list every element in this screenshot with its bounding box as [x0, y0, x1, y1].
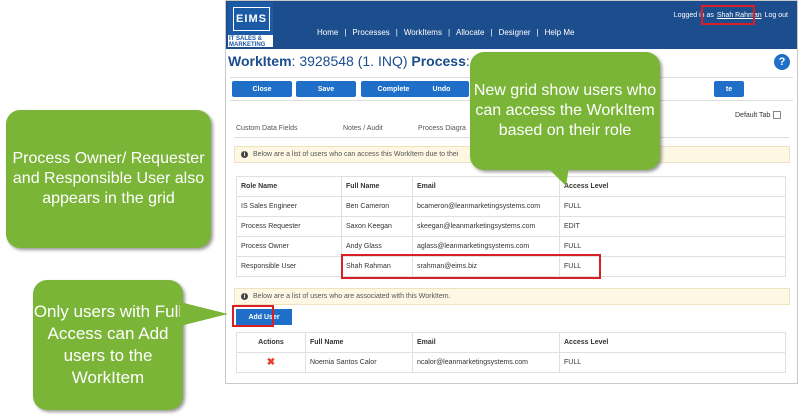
main-nav: Home | Processes | WorkItems | Allocate | De…: [311, 28, 580, 37]
title-label: WorkItem: [228, 53, 292, 69]
process-label: Process: [411, 53, 466, 69]
delete-icon[interactable]: ✖: [241, 357, 301, 368]
nav-help[interactable]: Help Me: [539, 28, 581, 37]
role-cell: IS Sales Engineer: [236, 196, 342, 217]
page-title: WorkItem: 3928548 (1. INQ) Process: 2: [228, 53, 481, 69]
access-table-header: Role Name Full Name Email Access Level: [236, 176, 786, 197]
email-cell: skeegan@leanmarketingsystems.com: [412, 216, 560, 237]
title-value: : 3928548 (1. INQ): [291, 53, 408, 69]
associated-notice: i Below are a list of users who are asso…: [234, 288, 790, 305]
save-button[interactable]: Save: [296, 81, 356, 97]
nav-designer[interactable]: Designer: [493, 28, 537, 37]
role-cell: Process Requester: [236, 216, 342, 237]
table-row: ✖ Noemia Santos Calor ncalor@leanmarketi…: [236, 352, 786, 373]
nav-workitems[interactable]: WorkItems: [398, 28, 448, 37]
name-cell: Saxon Keegan: [341, 216, 413, 237]
default-tab-checkbox[interactable]: [773, 111, 782, 119]
email-cell: bcameron@leanmarketingsystems.com: [412, 196, 560, 217]
associated-table-header: Actions Full Name Email Access Level: [236, 332, 786, 353]
info-icon: i: [241, 151, 248, 158]
col-access-level: Access Level: [559, 176, 786, 197]
col-full-name: Full Name: [305, 332, 413, 353]
tab-custom-data-fields[interactable]: Custom Data Fields: [236, 125, 297, 132]
default-tab-label: Default Tab: [735, 111, 771, 119]
col-full-name: Full Name: [341, 176, 413, 197]
name-cell: Noemia Santos Calor: [305, 352, 413, 373]
table-row: Process Requester Saxon Keegan skeegan@l…: [236, 216, 786, 237]
nav-allocate[interactable]: Allocate: [450, 28, 490, 37]
logo-brand: EIMS: [233, 7, 270, 31]
nav-processes[interactable]: Processes: [346, 28, 395, 37]
callout-full-access: Only users with Full Access can Add user…: [33, 280, 183, 410]
col-actions: Actions: [236, 332, 306, 353]
responsible-row-highlight: [341, 254, 601, 279]
table-row: IS Sales Engineer Ben Cameron bcameron@l…: [236, 196, 786, 217]
eims-logo[interactable]: EIMS IT SALES & MARKETING: [228, 2, 273, 48]
nav-home[interactable]: Home: [311, 28, 344, 37]
logout-link[interactable]: Log out: [765, 12, 788, 19]
tab-process-diagram[interactable]: Process Diagra: [418, 125, 466, 132]
email-cell: ncalor@leanmarketingsystems.com: [412, 352, 560, 373]
role-cell: Responsible User: [236, 256, 342, 277]
col-access-level: Access Level: [559, 332, 786, 353]
add-user-highlight: [232, 305, 274, 327]
callout-pointer: [540, 160, 570, 186]
callout-owner: Process Owner/ Requester and Responsible…: [6, 110, 211, 248]
level-cell: EDIT: [559, 216, 786, 237]
access-notice-text: Below are a list of users who can access…: [253, 151, 459, 158]
col-email: Email: [412, 332, 560, 353]
callout-full-access-text: Only users with Full Access can Add user…: [33, 302, 183, 387]
callout-new-grid-text: New grid show users who can access the W…: [473, 82, 657, 139]
level-cell: FULL: [559, 196, 786, 217]
default-tab-option[interactable]: Default Tab: [735, 111, 782, 119]
name-cell: Ben Cameron: [341, 196, 413, 217]
user-highlight: [701, 5, 755, 25]
callout-new-grid: New grid show users who can access the W…: [470, 52, 660, 170]
associated-notice-text: Below are a list of users who are associ…: [253, 293, 451, 300]
undo-button[interactable]: Undo: [414, 81, 469, 97]
close-button[interactable]: Close: [232, 81, 292, 97]
associated-table: Actions Full Name Email Access Level ✖ N…: [236, 332, 786, 373]
info-icon: i: [241, 293, 248, 300]
actions-cell: ✖: [236, 352, 306, 373]
col-email: Email: [412, 176, 560, 197]
col-role-name: Role Name: [236, 176, 342, 197]
logo-tagline: IT SALES & MARKETING: [229, 36, 266, 48]
callout-owner-text: Process Owner/ Requester and Responsible…: [12, 150, 205, 207]
tab-notes-audit[interactable]: Notes / Audit: [343, 125, 383, 132]
extra-button[interactable]: te: [714, 81, 744, 97]
help-icon[interactable]: ?: [774, 54, 790, 70]
role-cell: Process Owner: [236, 236, 342, 257]
level-cell: FULL: [559, 352, 786, 373]
callout-pointer: [180, 302, 228, 326]
